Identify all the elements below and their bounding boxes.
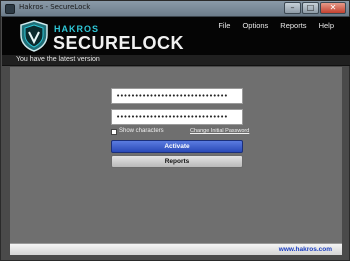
password-field[interactable]: •••••••••••••••••••••••••••••• xyxy=(111,88,243,104)
status-bar: You have the latest version xyxy=(2,55,350,66)
footer-bar: www.hakros.com xyxy=(10,243,342,255)
minimize-button[interactable]: – xyxy=(284,2,301,14)
menu-file[interactable]: File xyxy=(218,21,230,30)
website-link[interactable]: www.hakros.com xyxy=(279,246,332,253)
confirm-password-field[interactable]: •••••••••••••••••••••••••••••• xyxy=(111,109,243,125)
close-button[interactable]: ✕ xyxy=(320,2,346,14)
brand-product: SECURELOCK xyxy=(53,33,185,53)
change-password-link[interactable]: Change Initial Password xyxy=(190,128,249,134)
menu-help[interactable]: Help xyxy=(319,21,334,30)
window-title: Hakros - SecureLock xyxy=(19,3,91,11)
window-controls: – □ ✕ xyxy=(283,2,346,15)
menu-options[interactable]: Options xyxy=(242,21,268,30)
status-message: You have the latest version xyxy=(16,56,100,63)
show-characters-checkbox[interactable] xyxy=(111,129,117,135)
maximize-button[interactable]: □ xyxy=(302,2,319,14)
title-bar[interactable]: Hakros - SecureLock – □ ✕ xyxy=(1,1,349,17)
main-panel: •••••••••••••••••••••••••••••• •••••••••… xyxy=(10,67,342,243)
menu-bar: File Options Reports Help xyxy=(218,21,334,30)
shield-logo-icon xyxy=(20,20,48,52)
app-window: Hakros - SecureLock – □ ✕ HAKROS SECUREL… xyxy=(0,0,350,261)
show-characters-label[interactable]: Show characters xyxy=(119,128,164,134)
menu-reports[interactable]: Reports xyxy=(280,21,306,30)
reports-button[interactable]: Reports xyxy=(111,155,243,168)
app-icon xyxy=(5,4,15,14)
activate-button[interactable]: Activate xyxy=(111,140,243,153)
app-header: HAKROS SECURELOCK File Options Reports H… xyxy=(2,17,350,55)
